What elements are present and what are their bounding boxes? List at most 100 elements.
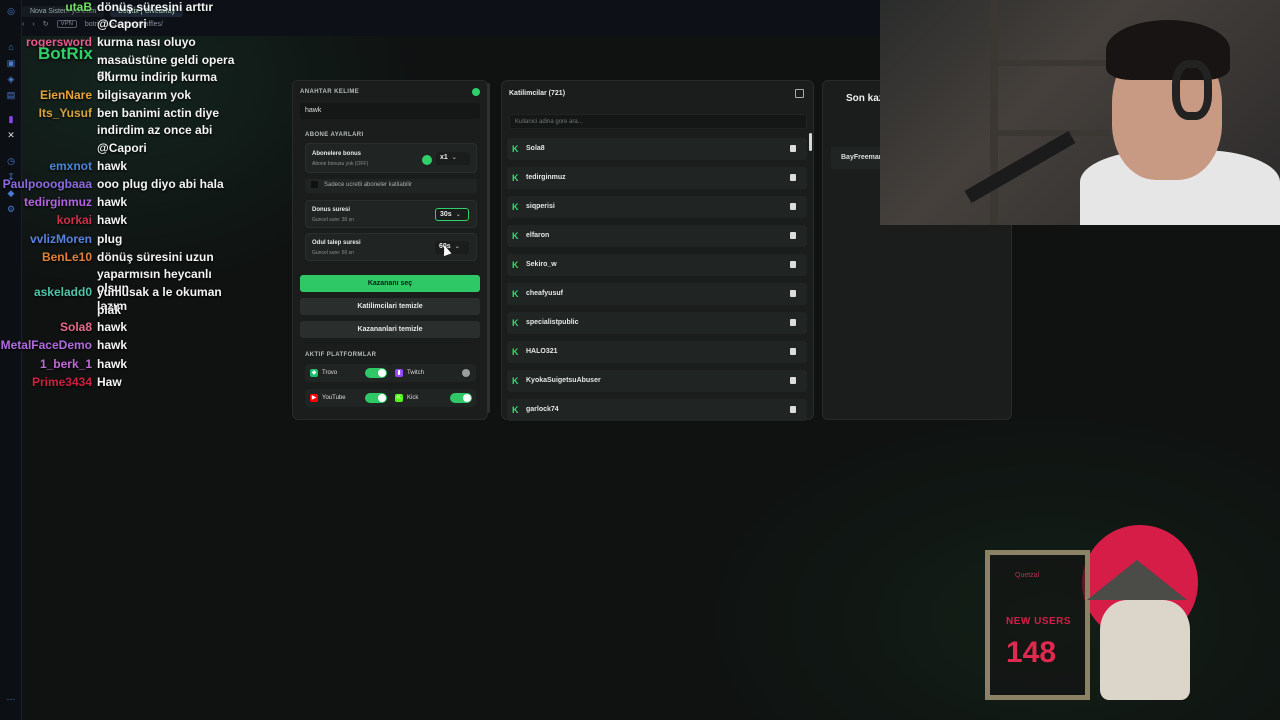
spin-duration-select[interactable]: 30s ⌄ [435, 208, 469, 221]
kick-icon: K [512, 231, 519, 241]
trash-icon[interactable] [790, 203, 796, 210]
clear-participants-button[interactable]: Katilimcilari temizle [300, 298, 480, 315]
sub-settings-label: ABONE AYARLARI [305, 132, 364, 138]
trash-icon[interactable] [790, 290, 796, 297]
chevron-down-icon: ⌄ [451, 155, 457, 161]
chevron-down-icon: ⌄ [455, 212, 461, 218]
widget-brand: Quetzal [1015, 572, 1040, 579]
chat-username [0, 17, 97, 31]
participant-name: specialistpublic [526, 319, 579, 326]
copy-icon[interactable] [795, 89, 804, 98]
participant-name: HALO321 [526, 348, 558, 355]
kick-icon: K [512, 202, 519, 212]
participant-name: garlock74 [526, 406, 559, 413]
toggle-knob [378, 369, 386, 377]
participant-search-input[interactable]: Kullanici adina gore ara... [509, 114, 807, 129]
chat-username: korkai [56, 213, 92, 227]
trash-icon[interactable] [790, 319, 796, 326]
platform-trovo: ◆ Trovo [305, 364, 391, 382]
participants-scrollbar[interactable] [809, 133, 812, 151]
subs-only-label: Sadece ucretli aboneler katilabilir [324, 182, 413, 188]
chat-text: hawk [97, 195, 128, 209]
participant-name: siqperisi [526, 203, 555, 210]
chat-text: dönüş süresini uzun [97, 250, 214, 264]
chat-message: indirdim az once abi [0, 123, 247, 137]
participant-row: Kgarlock74 [507, 399, 807, 421]
chat-text: kurma nası oluyo [97, 35, 196, 49]
headphone-icon [1172, 60, 1212, 120]
kick-icon: K [512, 260, 519, 270]
chat-message: BenLe10 dönüş süresini uzun [0, 250, 247, 264]
trovo-icon: ◆ [310, 369, 318, 377]
info-icon[interactable] [472, 88, 480, 96]
subs-only-toggle-row[interactable]: Sadece ucretli aboneler katilabilir [305, 179, 477, 193]
chat-text: @Capori [97, 141, 147, 155]
chat-message: MetalFaceDemo hawk [0, 338, 247, 352]
more-icon[interactable]: ⋯ [6, 694, 16, 704]
claim-duration-subtitle: Guncel sure: 60 sn [312, 250, 354, 256]
platform-toggle[interactable] [450, 393, 472, 403]
chat-username: emxnot [49, 159, 92, 173]
trash-icon[interactable] [790, 348, 796, 355]
trash-icon[interactable] [790, 261, 796, 268]
chat-text: Haw [97, 375, 122, 389]
chat-username: MetalFaceDemo [0, 338, 92, 352]
sub-bonus-card: Abonelere bonus Abone bonusu yok (OFF) x… [305, 143, 477, 173]
new-users-widget: Quetzal NEW USERS 148 [955, 520, 1215, 710]
chat-username: 1_berk_1 [39, 357, 92, 371]
spin-duration-title: Donus suresi [312, 207, 351, 213]
ninja-figure [1100, 600, 1190, 700]
kick-icon: K [512, 347, 519, 357]
subs-only-checkbox[interactable] [311, 181, 318, 188]
chat-message: Paulpooogbaaa ooo plug diyo abi hala [0, 177, 247, 191]
platform-toggle[interactable] [365, 368, 387, 378]
participants-panel: Katilimcilar (721) Kullanici adina gore … [501, 80, 814, 421]
settings-scrollbar[interactable] [487, 83, 490, 413]
kick-icon: K [512, 376, 519, 386]
chat-username: Sola8 [59, 320, 92, 334]
participant-row: K Sola8 [507, 138, 807, 160]
trash-icon[interactable] [790, 377, 796, 384]
chat-text: plâk [97, 303, 122, 317]
claim-duration-card: Odul talep suresi Guncel sure: 60 sn 60s… [305, 233, 477, 261]
chat-text: hawk [97, 320, 128, 334]
pick-winner-button[interactable]: Kazananı seç [300, 275, 480, 292]
sub-bonus-subtitle: Abone bonusu yok (OFF) [312, 161, 369, 167]
trash-icon[interactable] [790, 406, 796, 413]
kick-icon: K [512, 289, 519, 299]
participant-name: KyokaSuigetsuAbuser [526, 377, 601, 384]
keyword-input[interactable]: hawk [300, 103, 480, 119]
participant-name: elfaron [526, 232, 550, 239]
trash-icon[interactable] [790, 174, 796, 181]
platforms-label: AKTIF PLATFORMLAR [305, 352, 377, 358]
chat-message: tedirginmuz hawk [0, 195, 247, 209]
chat-message: plâk [0, 303, 247, 317]
chat-username: tedirginmuz [24, 195, 92, 209]
participant-row: Kspecialistpublic [507, 312, 807, 334]
sub-bonus-multiplier-select[interactable]: x1 ⌄ [436, 152, 470, 165]
chat-message: korkai hawk [0, 213, 247, 227]
platform-toggle[interactable] [365, 393, 387, 403]
clear-winners-button[interactable]: Kazananlari temizle [300, 321, 480, 338]
chat-message: utaB dönüş süresini arttır [0, 0, 247, 14]
chat-text: indirdim az once abi [97, 123, 213, 137]
platform-youtube: ▶ YouTube [305, 389, 391, 407]
chat-text: hawk [97, 159, 128, 173]
microphone-arm [964, 130, 1076, 204]
participant-row: Ktedirginmuz [507, 167, 807, 189]
kick-icon: K [512, 173, 519, 183]
platform-name: YouTube [322, 395, 346, 401]
keyword-section-label: ANAHTAR KELIME [300, 89, 360, 95]
trash-icon[interactable] [790, 145, 796, 152]
kick-icon: K [512, 405, 519, 415]
trash-icon[interactable] [790, 232, 796, 239]
chat-message: olurmu indirip kurma [0, 70, 247, 84]
platform-name: Kick [407, 395, 419, 401]
twitch-icon: ▮ [395, 369, 403, 377]
participant-name: cheafyusuf [526, 290, 563, 297]
chat-message: Sola8 hawk [0, 320, 247, 334]
chat-text: bilgisayarım yok [97, 88, 192, 102]
platform-toggle[interactable] [450, 368, 472, 378]
chat-message: @Capori [0, 17, 247, 31]
participant-row: Ksiqperisi [507, 196, 807, 218]
